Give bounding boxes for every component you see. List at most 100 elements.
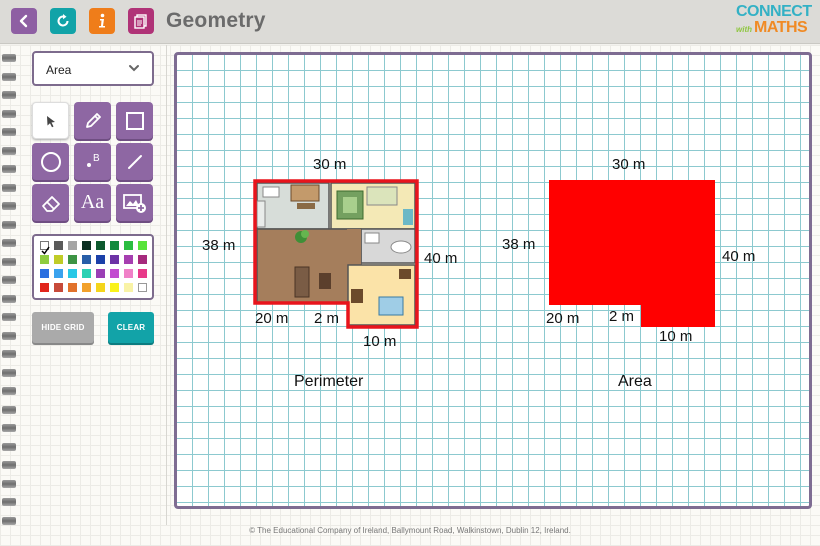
color-swatch[interactable] [82, 255, 91, 264]
document-icon [134, 14, 147, 29]
spiral-ring [2, 498, 16, 506]
color-swatch[interactable] [110, 269, 119, 278]
point-tool-glyph: B [93, 153, 100, 164]
color-swatch[interactable] [124, 241, 133, 250]
clear-button[interactable]: CLEAR [108, 312, 154, 343]
add-image-icon [122, 193, 146, 213]
spiral-ring [2, 350, 16, 358]
color-swatch[interactable] [138, 255, 147, 264]
color-swatch[interactable] [96, 241, 105, 250]
color-swatch[interactable] [68, 241, 77, 250]
color-swatch[interactable] [40, 241, 50, 255]
select-tool[interactable] [32, 102, 69, 139]
hide-grid-button[interactable]: HIDE GRID [32, 312, 94, 343]
area-caption: Area [618, 373, 652, 390]
mode-select[interactable]: Area [32, 51, 154, 86]
margin-line [166, 45, 167, 525]
text-icon: Aa [80, 191, 105, 213]
drawing-board[interactable]: 30 m 38 m 40 m 20 m 2 m 10 m Perimeter 3… [174, 52, 812, 509]
spiral-ring [2, 220, 16, 229]
image-tool[interactable] [116, 184, 153, 221]
perimeter-bottom-left-label: 20 m [255, 310, 289, 327]
spiral-ring [2, 128, 16, 136]
spiral-ring [2, 368, 16, 377]
refresh-icon [57, 14, 69, 27]
circle-tool[interactable] [32, 143, 69, 180]
perimeter-notch-label: 2 m [314, 310, 340, 327]
area-right-label: 40 m [722, 248, 756, 265]
text-tool[interactable]: Aa [74, 184, 111, 221]
spiral-ring [2, 276, 16, 284]
refresh-button[interactable] [50, 8, 76, 34]
logo-line2: with [736, 25, 752, 34]
info-button[interactable] [89, 8, 115, 34]
color-swatch[interactable] [68, 283, 77, 292]
logo-line3: MATHS [754, 19, 808, 36]
area-left-label: 38 m [502, 236, 536, 253]
info-icon [99, 13, 105, 28]
spiral-ring [2, 202, 16, 210]
color-swatch[interactable] [110, 283, 119, 292]
spiral-ring [2, 294, 16, 303]
spiral-ring [2, 516, 16, 525]
color-swatch[interactable] [82, 269, 91, 278]
spiral-ring [2, 239, 16, 247]
line-tool[interactable] [116, 143, 153, 180]
color-swatch[interactable] [124, 255, 133, 264]
mode-select-value: Area [46, 63, 72, 77]
spiral-ring [2, 387, 16, 395]
line-icon [127, 154, 142, 169]
perimeter-top-label: 30 m [313, 156, 347, 173]
color-swatch[interactable] [96, 269, 105, 278]
pencil-tool[interactable] [74, 102, 111, 139]
color-swatch[interactable] [138, 241, 147, 250]
color-swatch[interactable] [82, 241, 91, 250]
color-swatch[interactable] [54, 269, 63, 278]
color-swatch[interactable] [54, 283, 63, 292]
color-swatch[interactable] [124, 269, 133, 278]
connect-with-maths-logo: CONNECT with MATHS [736, 4, 812, 40]
spiral-ring [2, 424, 16, 432]
area-bottom-left-label: 20 m [546, 310, 580, 327]
color-swatch[interactable] [40, 255, 49, 264]
spiral-ring [2, 109, 16, 118]
color-swatch[interactable] [68, 269, 77, 278]
perimeter-caption: Perimeter [294, 373, 364, 390]
spiral-ring [2, 442, 16, 451]
top-bar: Geometry CONNECT with MATHS [0, 0, 820, 44]
chevron-down-icon [129, 65, 139, 72]
spiral-ring [2, 91, 16, 99]
arrow-cursor-icon [46, 115, 55, 127]
chevron-left-icon [19, 14, 28, 28]
perimeter-bottom-right-label: 10 m [363, 333, 397, 350]
spiral-ring [2, 331, 16, 340]
color-swatch[interactable] [54, 241, 63, 250]
pencil-icon [85, 112, 101, 128]
color-swatch[interactable] [68, 255, 77, 264]
color-swatch[interactable] [82, 283, 91, 292]
point-tool[interactable]: B [74, 143, 111, 180]
spiral-ring [2, 461, 16, 469]
color-swatch[interactable] [110, 255, 119, 264]
rectangle-tool[interactable] [116, 102, 153, 139]
area-bottom-right-label: 10 m [659, 328, 693, 345]
notes-button[interactable] [128, 8, 154, 34]
spiral-ring [2, 257, 16, 266]
color-swatch[interactable] [40, 269, 49, 278]
color-swatch[interactable] [40, 283, 49, 292]
eraser-icon [41, 195, 60, 212]
back-button[interactable] [11, 8, 37, 34]
color-swatch[interactable] [124, 283, 133, 292]
color-swatch[interactable] [138, 283, 147, 292]
color-swatch[interactable] [110, 241, 119, 250]
color-swatch[interactable] [138, 269, 147, 278]
spiral-ring [2, 146, 16, 155]
color-swatch[interactable] [96, 283, 105, 292]
copyright-text: © The Educational Company of Ireland, Ba… [249, 526, 571, 535]
area-top-label: 30 m [612, 156, 646, 173]
color-swatch[interactable] [96, 255, 105, 264]
color-swatch[interactable] [54, 255, 63, 264]
spiral-ring [2, 54, 16, 62]
spiral-ring [2, 405, 16, 414]
eraser-tool[interactable] [32, 184, 69, 221]
